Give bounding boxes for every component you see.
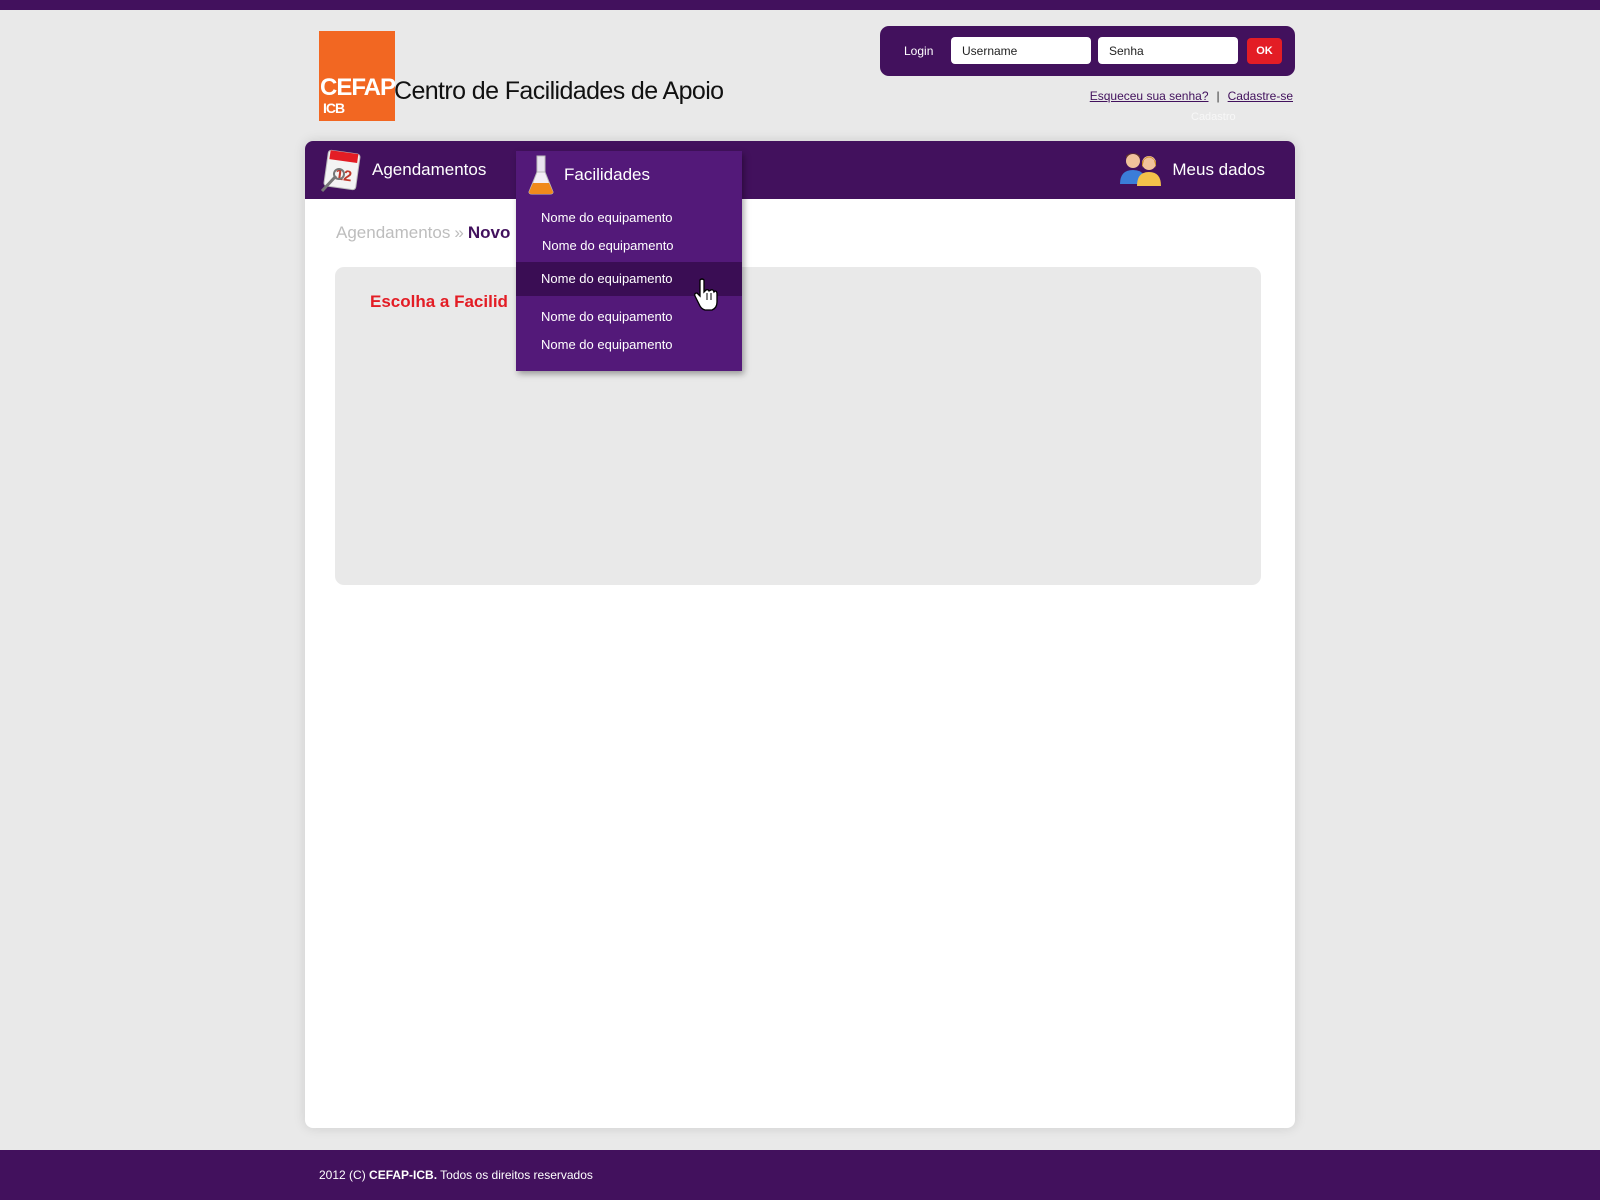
dropdown-item[interactable]: Nome do equipamento bbox=[516, 231, 742, 261]
users-icon bbox=[1120, 153, 1162, 186]
facility-panel: Escolha a Facilid bbox=[335, 267, 1261, 585]
password-input[interactable] bbox=[1098, 37, 1238, 64]
top-strip bbox=[0, 0, 1600, 10]
logo-main-text: CEFAP bbox=[320, 74, 396, 101]
footer-prefix: 2012 (C) bbox=[319, 1168, 370, 1182]
login-label: Login bbox=[904, 44, 934, 58]
nav-meus-dados-label: Meus dados bbox=[1172, 160, 1265, 179]
footer-copyright: 2012 (C) CEFAP-ICB. Todos os direitos re… bbox=[319, 1168, 593, 1182]
faint-register-label: Cadastro bbox=[1191, 111, 1236, 123]
main-card: 12 Agendamentos Meus dados Agendamentos»… bbox=[305, 141, 1295, 1128]
breadcrumb: Agendamentos» Novo bbox=[336, 223, 510, 243]
links-separator: | bbox=[1216, 89, 1220, 103]
main-nav: 12 Agendamentos Meus dados bbox=[305, 141, 1295, 199]
username-input[interactable] bbox=[951, 37, 1091, 64]
login-ok-button[interactable]: OK bbox=[1247, 38, 1282, 64]
login-panel: Login OK bbox=[880, 26, 1295, 76]
dropdown-item[interactable]: Nome do equipamento bbox=[516, 330, 742, 360]
calendar-icon: 12 bbox=[320, 149, 361, 193]
footer: 2012 (C) CEFAP-ICB. Todos os direitos re… bbox=[0, 1150, 1600, 1200]
hand-cursor-icon bbox=[694, 278, 718, 311]
nav-facilidades-label: Facilidades bbox=[564, 165, 650, 184]
choose-facility-heading: Escolha a Facilid bbox=[370, 292, 508, 311]
facilidades-dropdown: Facilidades Nome do equipamento Nome do … bbox=[516, 151, 742, 371]
dropdown-item[interactable]: Nome do equipamento bbox=[516, 203, 742, 233]
forgot-password-link[interactable]: Esqueceu sua senha? bbox=[1090, 89, 1209, 103]
breadcrumb-parent[interactable]: Agendamentos bbox=[336, 223, 450, 242]
nav-meus-dados[interactable]: Meus dados bbox=[1118, 141, 1265, 199]
nav-agendamentos-label: Agendamentos bbox=[372, 160, 487, 179]
cefap-logo[interactable]: CEFAP ICB bbox=[319, 31, 396, 121]
breadcrumb-current: Novo bbox=[467, 223, 511, 242]
flask-icon bbox=[528, 155, 554, 195]
footer-brand: CEFAP-ICB. bbox=[369, 1168, 438, 1182]
login-links: Esqueceu sua senha? | Cadastre-se bbox=[1090, 89, 1293, 103]
register-link[interactable]: Cadastre-se bbox=[1228, 89, 1293, 103]
site-title: Centro de Facilidades de Apoio bbox=[394, 77, 724, 105]
nav-facilidades[interactable]: Facilidades bbox=[516, 151, 742, 199]
footer-suffix: Todos os direitos reservados bbox=[437, 1168, 593, 1182]
nav-agendamentos[interactable]: 12 Agendamentos bbox=[318, 141, 486, 199]
breadcrumb-separator: » bbox=[454, 223, 464, 242]
logo-sub-text: ICB bbox=[323, 100, 345, 116]
